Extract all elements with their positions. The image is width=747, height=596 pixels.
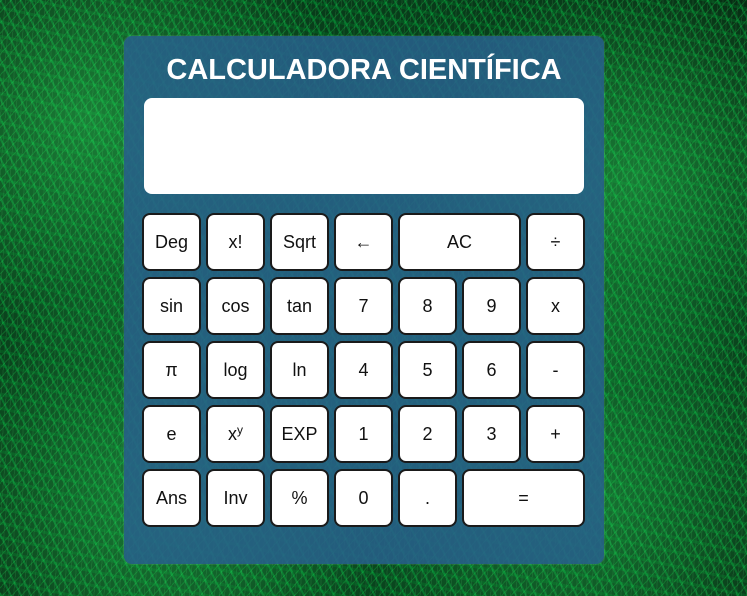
page-title: CALCULADORA CIENTÍFICA xyxy=(166,54,562,86)
power-button[interactable]: xy xyxy=(206,405,265,463)
deg-button[interactable]: Deg xyxy=(142,213,201,271)
all-clear-button[interactable]: AC xyxy=(398,213,521,271)
calculator-panel: CALCULADORA CIENTÍFICA Deg x! Sqrt ← AC … xyxy=(124,36,604,564)
keypad: Deg x! Sqrt ← AC ÷ sin cos tan 7 8 9 x π… xyxy=(142,213,587,529)
divide-button[interactable]: ÷ xyxy=(526,213,585,271)
percent-button[interactable]: % xyxy=(270,469,329,527)
equals-button[interactable]: = xyxy=(462,469,585,527)
digit-3-button[interactable]: 3 xyxy=(462,405,521,463)
log-button[interactable]: log xyxy=(206,341,265,399)
digit-6-button[interactable]: 6 xyxy=(462,341,521,399)
minus-button[interactable]: - xyxy=(526,341,585,399)
sqrt-button[interactable]: Sqrt xyxy=(270,213,329,271)
calculator-display xyxy=(144,98,584,194)
ln-button[interactable]: ln xyxy=(270,341,329,399)
digit-2-button[interactable]: 2 xyxy=(398,405,457,463)
inv-button[interactable]: Inv xyxy=(206,469,265,527)
cos-button[interactable]: cos xyxy=(206,277,265,335)
pi-button[interactable]: π xyxy=(142,341,201,399)
digit-4-button[interactable]: 4 xyxy=(334,341,393,399)
multiply-button[interactable]: x xyxy=(526,277,585,335)
decimal-point-button[interactable]: . xyxy=(398,469,457,527)
digit-5-button[interactable]: 5 xyxy=(398,341,457,399)
digit-8-button[interactable]: 8 xyxy=(398,277,457,335)
tan-button[interactable]: tan xyxy=(270,277,329,335)
digit-9-button[interactable]: 9 xyxy=(462,277,521,335)
plus-button[interactable]: + xyxy=(526,405,585,463)
backspace-button[interactable]: ← xyxy=(334,213,393,271)
digit-7-button[interactable]: 7 xyxy=(334,277,393,335)
factorial-button[interactable]: x! xyxy=(206,213,265,271)
power-exponent-label: y xyxy=(237,423,243,437)
ans-button[interactable]: Ans xyxy=(142,469,201,527)
exp-button[interactable]: EXP xyxy=(270,405,329,463)
digit-1-button[interactable]: 1 xyxy=(334,405,393,463)
digit-0-button[interactable]: 0 xyxy=(334,469,393,527)
power-base-label: x xyxy=(228,423,237,444)
sin-button[interactable]: sin xyxy=(142,277,201,335)
euler-button[interactable]: e xyxy=(142,405,201,463)
